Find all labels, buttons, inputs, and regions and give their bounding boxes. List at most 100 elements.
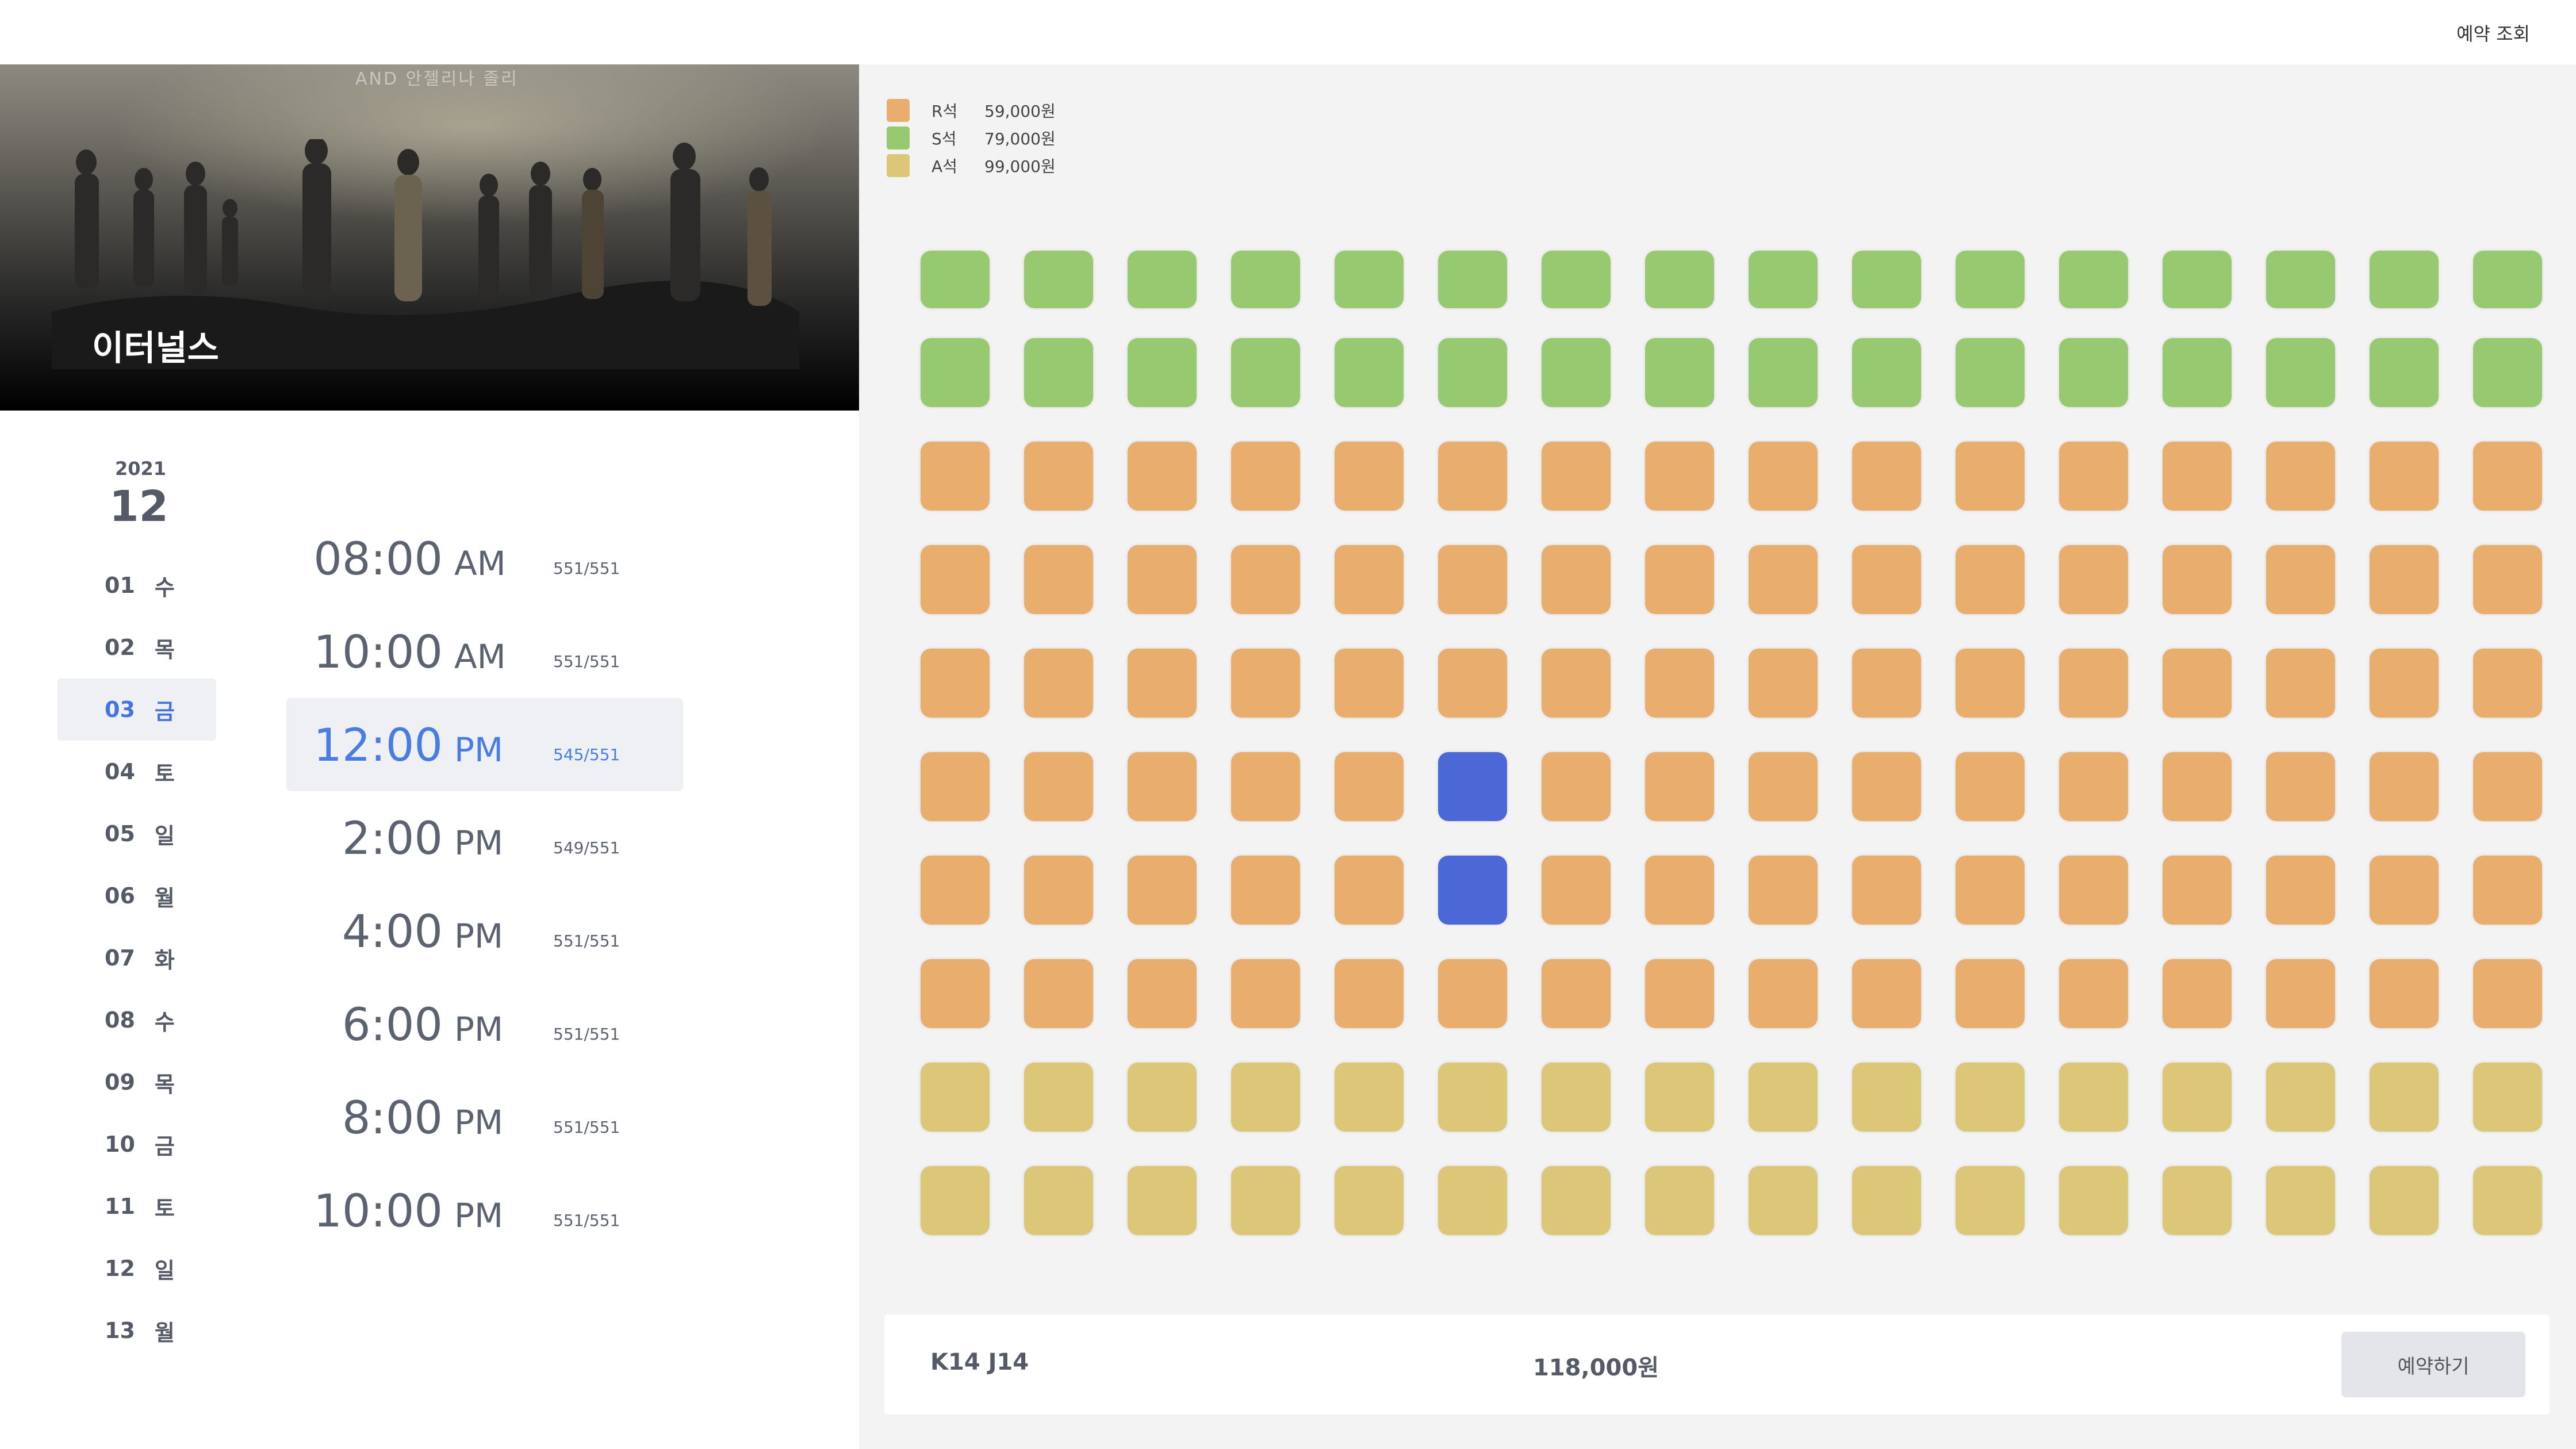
seat[interactable]	[1852, 752, 1921, 821]
seat[interactable]	[1231, 856, 1300, 925]
showtime-item[interactable]: 10:00 AM 551/551	[286, 605, 683, 698]
seat[interactable]	[1231, 442, 1300, 511]
seat[interactable]	[1956, 251, 2025, 308]
seat[interactable]	[1231, 251, 1300, 308]
seat[interactable]	[1335, 442, 1404, 511]
seat[interactable]	[1749, 752, 1818, 821]
seat[interactable]	[2163, 545, 2232, 614]
seat[interactable]	[1645, 856, 1714, 925]
seat[interactable]	[1852, 251, 1921, 308]
seat[interactable]	[2266, 856, 2335, 925]
seat[interactable]	[1852, 545, 1921, 614]
seat[interactable]	[1335, 649, 1404, 718]
seat[interactable]	[2266, 1166, 2335, 1235]
seat[interactable]	[1335, 1063, 1404, 1132]
date-item[interactable]: 11 토	[57, 1175, 216, 1237]
seat[interactable]	[1645, 1063, 1714, 1132]
date-item[interactable]: 10 금	[57, 1113, 216, 1175]
date-item[interactable]: 04 토	[57, 741, 216, 803]
seat[interactable]	[1749, 959, 1818, 1028]
date-item[interactable]: 12 일	[57, 1237, 216, 1300]
seat[interactable]	[921, 752, 990, 821]
seat[interactable]	[1749, 251, 1818, 308]
seat[interactable]	[1749, 649, 1818, 718]
seat[interactable]	[2059, 1063, 2128, 1132]
seat[interactable]	[2370, 251, 2439, 308]
showtime-item[interactable]: 4:00 PM 551/551	[286, 884, 683, 977]
seat[interactable]	[1335, 338, 1404, 407]
seat[interactable]	[1542, 856, 1611, 925]
seat[interactable]	[1231, 338, 1300, 407]
seat[interactable]	[2370, 338, 2439, 407]
seat[interactable]	[1542, 338, 1611, 407]
seat[interactable]	[2163, 752, 2232, 821]
date-item-selected[interactable]: 03 금	[57, 678, 216, 741]
date-item[interactable]: 08 수	[57, 989, 216, 1051]
seat[interactable]	[921, 959, 990, 1028]
seat[interactable]	[1852, 338, 1921, 407]
seat[interactable]	[2059, 752, 2128, 821]
seat[interactable]	[2163, 1063, 2232, 1132]
seat[interactable]	[2163, 959, 2232, 1028]
seat[interactable]	[1749, 338, 1818, 407]
seat[interactable]	[1128, 752, 1197, 821]
showtime-item[interactable]: 6:00 PM 551/551	[286, 977, 683, 1071]
seat[interactable]	[2163, 442, 2232, 511]
seat[interactable]	[2163, 251, 2232, 308]
seat[interactable]	[1956, 959, 2025, 1028]
seat-selected[interactable]	[1438, 856, 1507, 925]
seat[interactable]	[2266, 752, 2335, 821]
date-item[interactable]: 06 월	[57, 865, 216, 927]
seat[interactable]	[1542, 545, 1611, 614]
seat[interactable]	[2266, 649, 2335, 718]
seat[interactable]	[1438, 1166, 1507, 1235]
seat[interactable]	[2163, 338, 2232, 407]
seat[interactable]	[921, 649, 990, 718]
seat[interactable]	[1335, 856, 1404, 925]
seat[interactable]	[1852, 959, 1921, 1028]
seat[interactable]	[1128, 338, 1197, 407]
seat[interactable]	[1438, 338, 1507, 407]
seat[interactable]	[2059, 1166, 2128, 1235]
seat[interactable]	[1024, 959, 1093, 1028]
seat[interactable]	[1128, 1063, 1197, 1132]
seat[interactable]	[1749, 1166, 1818, 1235]
date-item[interactable]: 13 월	[57, 1300, 216, 1362]
seat[interactable]	[921, 1063, 990, 1132]
seat[interactable]	[2473, 442, 2542, 511]
seat[interactable]	[2370, 959, 2439, 1028]
seat[interactable]	[1956, 1166, 2025, 1235]
seat[interactable]	[1749, 442, 1818, 511]
seat[interactable]	[1128, 959, 1197, 1028]
seat[interactable]	[2473, 1166, 2542, 1235]
seat[interactable]	[1542, 1166, 1611, 1235]
reservation-lookup-link[interactable]: 예약 조회	[2456, 20, 2530, 46]
seat[interactable]	[1645, 251, 1714, 308]
seat[interactable]	[2370, 752, 2439, 821]
date-item[interactable]: 05 일	[57, 803, 216, 865]
seat[interactable]	[1335, 752, 1404, 821]
seat[interactable]	[1128, 251, 1197, 308]
seat[interactable]	[1024, 752, 1093, 821]
seat[interactable]	[1645, 959, 1714, 1028]
seat[interactable]	[1128, 856, 1197, 925]
seat[interactable]	[1749, 545, 1818, 614]
seat[interactable]	[2266, 959, 2335, 1028]
seat[interactable]	[1645, 442, 1714, 511]
seat[interactable]	[1645, 338, 1714, 407]
seat[interactable]	[1542, 649, 1611, 718]
seat[interactable]	[2473, 251, 2542, 308]
seat[interactable]	[2370, 442, 2439, 511]
seat[interactable]	[1956, 338, 2025, 407]
seat[interactable]	[1542, 442, 1611, 511]
date-item[interactable]: 09 목	[57, 1051, 216, 1113]
seat[interactable]	[1542, 1063, 1611, 1132]
seat[interactable]	[1231, 649, 1300, 718]
seat[interactable]	[1645, 752, 1714, 821]
seat[interactable]	[1956, 649, 2025, 718]
seat[interactable]	[2059, 959, 2128, 1028]
seat[interactable]	[921, 545, 990, 614]
seat[interactable]	[1542, 752, 1611, 821]
seat[interactable]	[1956, 545, 2025, 614]
seat[interactable]	[2059, 442, 2128, 511]
